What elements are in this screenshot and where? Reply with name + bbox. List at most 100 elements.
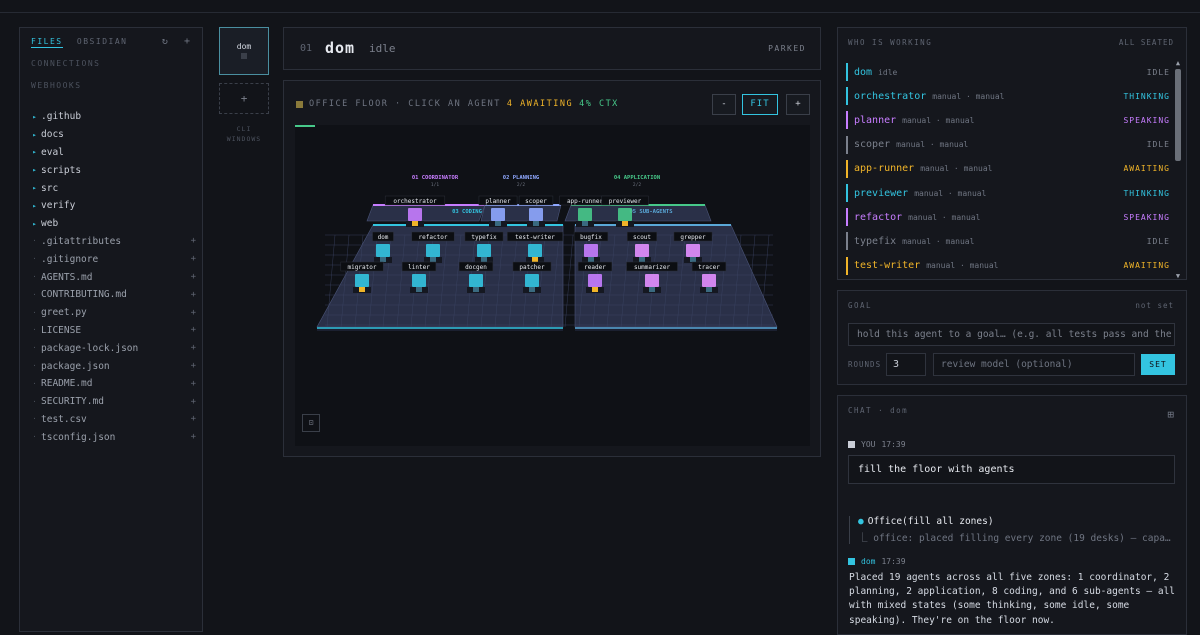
file-item[interactable]: · README.md + [28,375,196,393]
add-to-context-icon[interactable]: + [191,254,196,264]
add-to-context-icon[interactable]: + [191,414,196,424]
agent-row[interactable]: typefix manual · manual IDLE [846,229,1170,253]
agent-figure [529,208,543,221]
file-item[interactable]: · .gitignore + [28,250,196,268]
add-to-context-icon[interactable]: + [191,308,196,318]
file-dot-icon: · [32,290,37,299]
agent-row[interactable]: app-runner manual · manual AWAITING [846,157,1170,181]
agent-mode: manual · manual [926,261,999,271]
agent-mode: manual · manual [896,140,969,150]
folder-item[interactable]: ▸ eval [28,144,196,162]
file-item[interactable]: · package-lock.json + [28,339,196,357]
folder-item[interactable]: ▸ docs [28,126,196,144]
add-to-context-icon[interactable]: + [191,343,196,353]
review-model-input[interactable]: review model (optional) [933,353,1135,376]
agent-monitor [582,221,588,226]
goal-input[interactable]: hold this agent to a goal… (e.g. all tes… [848,323,1175,346]
scroll-thumb[interactable] [1175,69,1181,161]
add-to-context-icon[interactable]: + [191,379,196,389]
agent-label: previewer [609,198,642,205]
scroll-down-icon[interactable]: ▼ [1174,272,1182,280]
agent-state: IDLE [1146,236,1170,246]
add-to-context-icon[interactable]: + [191,290,196,300]
agent-row[interactable]: refactor manual · manual SPEAKING [846,205,1170,229]
agent-figure [618,208,632,221]
scroll-up-icon[interactable]: ▲ [1174,59,1182,67]
file-item[interactable]: · package.json + [28,357,196,375]
folder-name: scripts [41,164,82,176]
agent-figure [376,244,390,257]
folder-item[interactable]: ▸ src [28,179,196,197]
agent-color-bar [846,135,848,154]
folder-name: .github [41,111,82,123]
agent-row[interactable]: planner manual · manual SPEAKING [846,108,1170,132]
zone-count: 2/2 [633,182,641,188]
file-dot-icon: · [32,397,37,406]
tab-obsidian[interactable]: OBSIDIAN [77,37,128,46]
add-to-context-icon[interactable]: + [191,236,196,246]
agent-figure [477,244,491,257]
file-name: package-lock.json [41,342,139,354]
tab-webhooks[interactable]: WEBHOOKS [31,81,82,90]
agent-tab-indicator [241,53,247,59]
file-item[interactable]: · AGENTS.md + [28,268,196,286]
add-to-context-icon[interactable]: + [191,397,196,407]
folder-item[interactable]: ▸ web [28,215,196,233]
tab-connections[interactable]: CONNECTIONS [31,59,100,68]
file-item[interactable]: · greet.py + [28,304,196,322]
rounds-label: ROUNDS [848,360,882,369]
add-to-context-icon[interactable]: + [191,432,196,442]
file-item[interactable]: · SECURITY.md + [28,393,196,411]
office-canvas[interactable]: 01 COORDINATOR 1/1 02 PLANNING 2/2 04 APPLIC… [295,125,810,446]
file-dot-icon: · [32,326,37,335]
file-item[interactable]: · CONTRIBUTING.md + [28,286,196,304]
expand-icon[interactable]: ⊞ [1167,408,1174,421]
add-to-context-icon[interactable]: + [191,361,196,371]
file-name: greet.py [41,307,87,319]
zoom-in-button[interactable]: + [786,94,810,115]
agent-color-bar [846,232,848,251]
agent-monitor [588,257,594,262]
agent-monitor [533,221,539,226]
agent-mode: idle [878,67,898,77]
file-tree: ▸ .github ▸ docs ▸ eval ▸ scripts ▸ src ▸ verify ▸ we… [28,108,196,446]
agent-row[interactable]: scoper manual · manual IDLE [846,133,1170,157]
add-agent-button[interactable]: + [219,83,269,114]
folder-item[interactable]: ▸ verify [28,197,196,215]
refresh-icon[interactable]: ↻ [162,36,168,47]
agent-color-bar [846,256,848,275]
agent-monitor [622,221,628,226]
folder-name: eval [41,146,64,158]
rounds-input[interactable]: 3 [886,353,926,376]
agent-header: 01 dom idle PARKED [283,27,821,70]
agent-row[interactable]: test-writer manual · manual AWAITING [846,254,1170,278]
agent-tab-dom[interactable]: dom [219,27,269,75]
minimap-button[interactable]: ⊡ [302,414,320,432]
folder-item[interactable]: ▸ scripts [28,161,196,179]
set-goal-button[interactable]: SET [1141,354,1175,375]
add-icon[interactable]: + [184,36,190,47]
agent-row[interactable]: dom idle IDLE [846,60,1170,84]
file-item[interactable]: · .gitattributes + [28,233,196,251]
agent-row[interactable]: orchestrator manual · manual THINKING [846,84,1170,108]
agent-monitor [639,257,645,262]
grid-line [564,234,574,328]
file-item[interactable]: · test.csv + [28,411,196,429]
file-item[interactable]: · LICENSE + [28,322,196,340]
fit-button[interactable]: FIT [742,94,778,115]
agent-label: linter [408,264,430,271]
file-item[interactable]: · tsconfig.json + [28,428,196,446]
file-dot-icon: · [32,415,37,424]
add-to-context-icon[interactable]: + [191,272,196,282]
agent-label: scout [633,234,651,241]
tool-call-text: Office(fill all zones) [867,516,994,527]
folder-item[interactable]: ▸ .github [28,108,196,126]
file-dot-icon: · [32,433,37,442]
add-to-context-icon[interactable]: + [191,325,196,335]
agent-list-scrollbar[interactable]: ▲ ▼ [1174,59,1182,280]
zoom-out-button[interactable]: - [712,94,736,115]
user-icon [848,441,855,448]
agent-row[interactable]: previewer manual · manual THINKING [846,181,1170,205]
office-floor-render[interactable]: 01 COORDINATOR1/102 PLANNING2/204 APPLIC… [295,125,810,446]
tab-files[interactable]: FILES [31,37,63,48]
